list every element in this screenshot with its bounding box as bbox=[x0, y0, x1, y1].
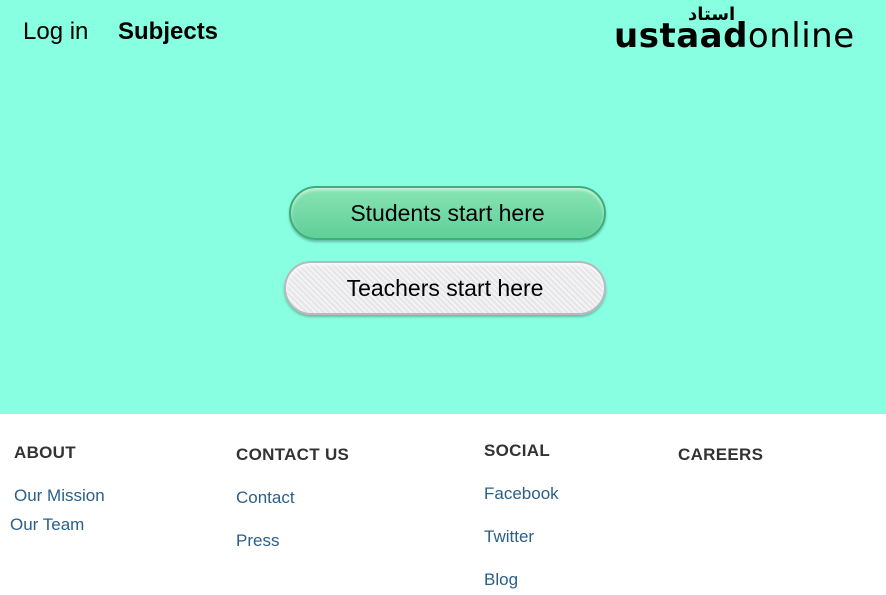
twitter-link[interactable]: Twitter bbox=[484, 527, 534, 547]
logo-brand-bold: ustaad bbox=[614, 16, 748, 56]
hero-section: Log in Subjects استاد ustaadonline Stude… bbox=[0, 0, 886, 414]
footer-social-heading: SOCIAL bbox=[484, 441, 551, 460]
blog-link[interactable]: Blog bbox=[484, 570, 518, 590]
facebook-link[interactable]: Facebook bbox=[484, 484, 559, 504]
footer-careers-heading[interactable]: CAREERS bbox=[678, 445, 763, 465]
site-logo[interactable]: استاد ustaadonline bbox=[612, 4, 854, 56]
footer-about-heading: ABOUT bbox=[14, 443, 76, 462]
students-start-button[interactable]: Students start here bbox=[289, 186, 606, 240]
teachers-start-button[interactable]: Teachers start here bbox=[284, 261, 606, 315]
subjects-link[interactable]: Subjects bbox=[118, 18, 218, 46]
logo-brand-light: online bbox=[747, 16, 855, 56]
login-link[interactable]: Log in bbox=[23, 18, 88, 46]
logo-brand-text: ustaadonline bbox=[614, 16, 855, 56]
footer-contact-heading: CONTACT US bbox=[236, 445, 350, 464]
our-mission-link[interactable]: Our Mission bbox=[14, 486, 105, 506]
our-team-link[interactable]: Our Team bbox=[10, 515, 84, 535]
contact-link[interactable]: Contact bbox=[236, 488, 295, 508]
press-link[interactable]: Press bbox=[236, 531, 279, 551]
